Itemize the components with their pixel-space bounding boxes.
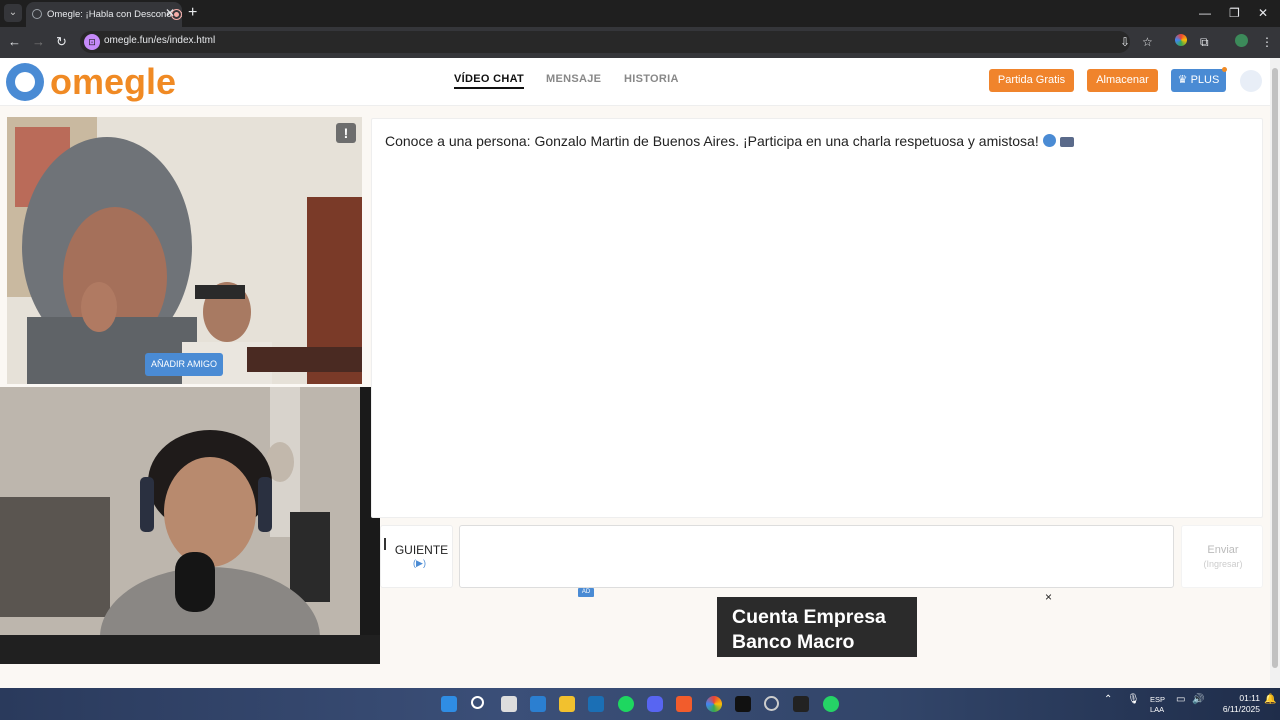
add-friend-button[interactable]: AÑADIR AMIGO — [145, 353, 223, 376]
browser-tab[interactable]: Omegle: ¡Habla con Desconocidos — [26, 2, 182, 27]
message-input[interactable] — [459, 525, 1174, 588]
next-button[interactable]: GUIENTE (▶) — [380, 525, 453, 588]
whatsapp-icon[interactable] — [823, 696, 839, 712]
ad-banner[interactable]: Cuenta Empresa Banco Macro — [717, 597, 917, 657]
send-button[interactable]: Enviar (Ingresar) — [1181, 525, 1263, 588]
new-tab-button[interactable]: + — [188, 4, 197, 22]
report-button[interactable]: ! — [336, 123, 356, 143]
tiktok-icon[interactable] — [735, 696, 751, 712]
language-indicator[interactable]: ESP LAA — [1150, 695, 1165, 715]
profile-icon[interactable] — [1235, 34, 1248, 47]
partida-gratis-button[interactable]: Partida Gratis — [989, 69, 1074, 92]
send-button-label: Enviar — [1207, 544, 1239, 556]
globe-emoji-icon — [1042, 134, 1056, 147]
address-bar[interactable]: ⊡ omegle.fun/es/index.html — [80, 31, 1130, 53]
ad-close-button[interactable]: × — [1045, 590, 1052, 604]
capcut-icon[interactable] — [793, 696, 809, 712]
window-close-button[interactable]: ✕ — [1258, 6, 1268, 20]
notification-icon[interactable]: 🔔 — [1264, 695, 1276, 705]
reload-button[interactable]: ↻ — [56, 33, 67, 51]
avatar[interactable] — [1240, 70, 1262, 92]
browser-toolbar: ← → ↻ ⊡ omegle.fun/es/index.html ⇩ ☆ ⧉ ⋮ — [0, 27, 1280, 58]
browser-menu-icon[interactable]: ⋮ — [1261, 34, 1273, 50]
nav-mensaje[interactable]: MENSAJE — [546, 73, 601, 85]
clock-date: 6/11/2025 — [1222, 704, 1260, 714]
tab-title: Omegle: ¡Habla con Desconocidos — [47, 9, 182, 20]
page-scrollbar[interactable] — [1270, 58, 1280, 688]
self-video — [0, 387, 380, 664]
tab-search-button[interactable]: ⌄ — [4, 4, 22, 22]
chrome-icon[interactable] — [706, 696, 722, 712]
network-icon[interactable]: ▭ — [1176, 695, 1185, 705]
volume-icon[interactable]: 🔊 — [1192, 695, 1204, 705]
clock[interactable]: 01:11 6/11/2025 — [1205, 693, 1260, 715]
browser-tab-bar: ⌄ Omegle: ¡Habla con Desconocidos ✕ + — … — [0, 0, 1280, 27]
tray-chevron-icon[interactable]: ⌃ — [1104, 695, 1112, 705]
omegle-logo[interactable]: omegle — [6, 62, 176, 102]
store-icon[interactable] — [530, 696, 546, 712]
url-text: omegle.fun/es/index.html — [104, 35, 216, 46]
search-icon[interactable] — [471, 696, 484, 709]
remote-video: ! AÑADIR AMIGO — [7, 117, 362, 384]
notification-dot — [1222, 67, 1227, 72]
mouse-cursor — [384, 538, 392, 550]
windows-taskbar: ⌃ 🎙 ESP LAA ▭ 🔊 01:11 6/11/2025 🔔 — [0, 688, 1280, 720]
globe-icon — [32, 9, 42, 19]
lang-line-2: LAA — [1150, 705, 1165, 714]
scrollbar-thumb[interactable] — [1272, 68, 1278, 668]
system-message: Conoce a una persona: Gonzalo Martin de … — [385, 133, 1074, 149]
discord-icon[interactable] — [647, 696, 663, 712]
maximize-button[interactable]: ❐ — [1229, 6, 1240, 20]
install-app-icon[interactable]: ⇩ — [1120, 34, 1130, 50]
forward-button[interactable]: → — [32, 33, 45, 51]
lang-line-1: ESP — [1150, 695, 1166, 704]
bookmark-star-icon[interactable]: ☆ — [1142, 34, 1153, 50]
logo-mark-icon — [6, 63, 44, 101]
site-info-icon[interactable]: ⊡ — [84, 34, 100, 50]
nav-video-chat[interactable]: VÍDEO CHAT — [454, 73, 525, 89]
ad-badge: AD — [578, 588, 594, 597]
minimize-button[interactable]: — — [1199, 6, 1211, 20]
color-extension-icon[interactable] — [1175, 34, 1187, 46]
telephone-emoji-icon — [1059, 137, 1074, 147]
start-icon[interactable] — [441, 696, 457, 712]
web-page: omegle VÍDEO CHAT MENSAJE HISTORIA Parti… — [0, 58, 1270, 688]
spotify-icon[interactable] — [618, 696, 634, 712]
plus-button[interactable]: ♛ PLUS — [1171, 69, 1226, 92]
self-video-frame — [0, 387, 380, 664]
tab-close-button[interactable]: ✕ — [165, 7, 175, 19]
recorder-icon[interactable] — [676, 696, 692, 712]
next-button-hint: (▶) — [413, 558, 426, 568]
steam-icon[interactable] — [588, 696, 604, 712]
nav-historia[interactable]: HISTORIA — [624, 73, 679, 85]
logo-text: omegle — [50, 61, 177, 102]
back-button[interactable]: ← — [8, 33, 21, 51]
microphone-icon[interactable]: 🎙 — [1127, 695, 1140, 705]
chat-log: Conoce a una persona: Gonzalo Martin de … — [371, 118, 1263, 518]
ad-line-1: Cuenta Empresa — [732, 606, 886, 628]
almacenar-button[interactable]: Almacenar — [1087, 69, 1158, 92]
site-header: omegle VÍDEO CHAT MENSAJE HISTORIA Parti… — [0, 58, 1270, 106]
send-button-hint: (Ingresar) — [1203, 559, 1243, 569]
file-explorer-icon[interactable] — [559, 696, 575, 712]
clock-time: 01:11 — [1239, 693, 1260, 703]
system-message-text: Conoce a una persona: Gonzalo Martin de … — [385, 133, 1039, 149]
remote-video-frame — [7, 117, 362, 384]
obs-icon[interactable] — [764, 696, 779, 711]
extensions-icon[interactable]: ⧉ — [1200, 34, 1209, 50]
ad-line-2: Banco Macro — [732, 631, 855, 653]
task-view-icon[interactable] — [501, 696, 517, 712]
